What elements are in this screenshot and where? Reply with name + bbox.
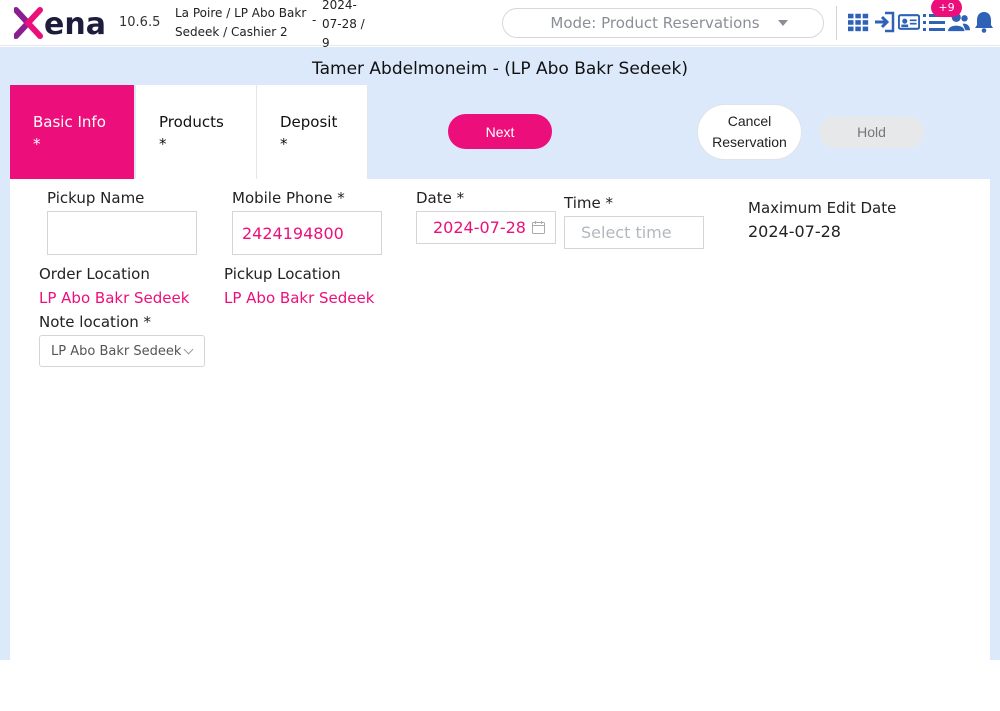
tab-basic-info[interactable]: Basic Info * xyxy=(10,85,135,179)
login-arrow-icon[interactable] xyxy=(873,10,895,34)
customer-title: Tamer Abdelmoneim - (LP Abo Bakr Sedeek) xyxy=(312,59,688,79)
header-divider xyxy=(836,6,837,40)
tab-label: Products xyxy=(159,113,224,131)
bell-icon[interactable] xyxy=(973,10,995,34)
required-marker: * xyxy=(33,135,41,153)
cancel-reservation-button[interactable]: Cancel Reservation xyxy=(697,104,802,160)
required-marker: * xyxy=(159,135,167,153)
basic-info-panel: Pickup Name Mobile Phone * 2424194800 Da… xyxy=(10,179,990,660)
pickup-name-input[interactable] xyxy=(47,211,197,255)
max-edit-date-label: Maximum Edit Date xyxy=(748,199,897,217)
pickup-location-value: LP Abo Bakr Sedeek xyxy=(224,289,375,307)
date-label: Date * xyxy=(416,189,465,207)
time-label: Time * xyxy=(564,194,613,212)
main-area: Tamer Abdelmoneim - (LP Abo Bakr Sedeek)… xyxy=(0,47,1000,660)
app-version: 10.6.5 xyxy=(119,15,161,30)
pickup-location-label: Pickup Location xyxy=(224,265,341,283)
mode-select[interactable]: Mode: Product Reservations xyxy=(502,8,824,38)
header-icons xyxy=(848,10,1000,34)
hold-button[interactable]: Hold xyxy=(819,116,924,148)
mode-label: Mode: Product Reservations xyxy=(550,14,760,32)
note-location-value: LP Abo Bakr Sedeek xyxy=(51,343,182,359)
note-location-label: Note location * xyxy=(39,313,152,331)
next-button[interactable]: Next xyxy=(448,114,552,149)
tab-products[interactable]: Products * xyxy=(136,85,257,179)
shift-date: 2024-07-28 / 9 xyxy=(322,0,365,50)
time-picker[interactable]: Select time xyxy=(564,216,704,249)
notification-badge: +9 xyxy=(931,0,962,17)
mobile-phone-input[interactable]: 2424194800 xyxy=(232,211,382,255)
order-location-value: LP Abo Bakr Sedeek xyxy=(39,289,190,307)
note-location-select[interactable]: LP Abo Bakr Sedeek xyxy=(39,335,205,367)
grid-icon[interactable] xyxy=(848,10,870,34)
id-card-icon[interactable] xyxy=(898,10,920,34)
mobile-phone-label: Mobile Phone * xyxy=(232,189,345,207)
date-value: 2024-07-28 xyxy=(433,218,526,237)
cancel-label: Cancel Reservation xyxy=(712,113,787,150)
tab-deposit[interactable]: Deposit * xyxy=(257,85,368,179)
tab-label: Basic Info xyxy=(33,113,106,131)
date-separator: - xyxy=(312,13,317,27)
pickup-name-label: Pickup Name xyxy=(47,189,145,207)
calendar-icon xyxy=(532,221,545,234)
date-picker[interactable]: 2024-07-28 xyxy=(416,211,556,244)
order-location-label: Order Location xyxy=(39,265,150,283)
chevron-down-icon xyxy=(183,344,194,355)
tab-label: Deposit xyxy=(280,113,338,131)
top-bar: ena 10.6.5 La Poire / LP Abo Bakr Sedeek… xyxy=(0,0,1000,50)
xena-logo: ena xyxy=(14,5,118,41)
caret-down-icon xyxy=(777,20,788,26)
branch-path: La Poire / LP Abo Bakr Sedeek / Cashier … xyxy=(175,6,307,39)
max-edit-date-value: 2024-07-28 xyxy=(748,222,841,241)
required-marker: * xyxy=(280,135,288,153)
svg-text:ena: ena xyxy=(44,7,106,40)
